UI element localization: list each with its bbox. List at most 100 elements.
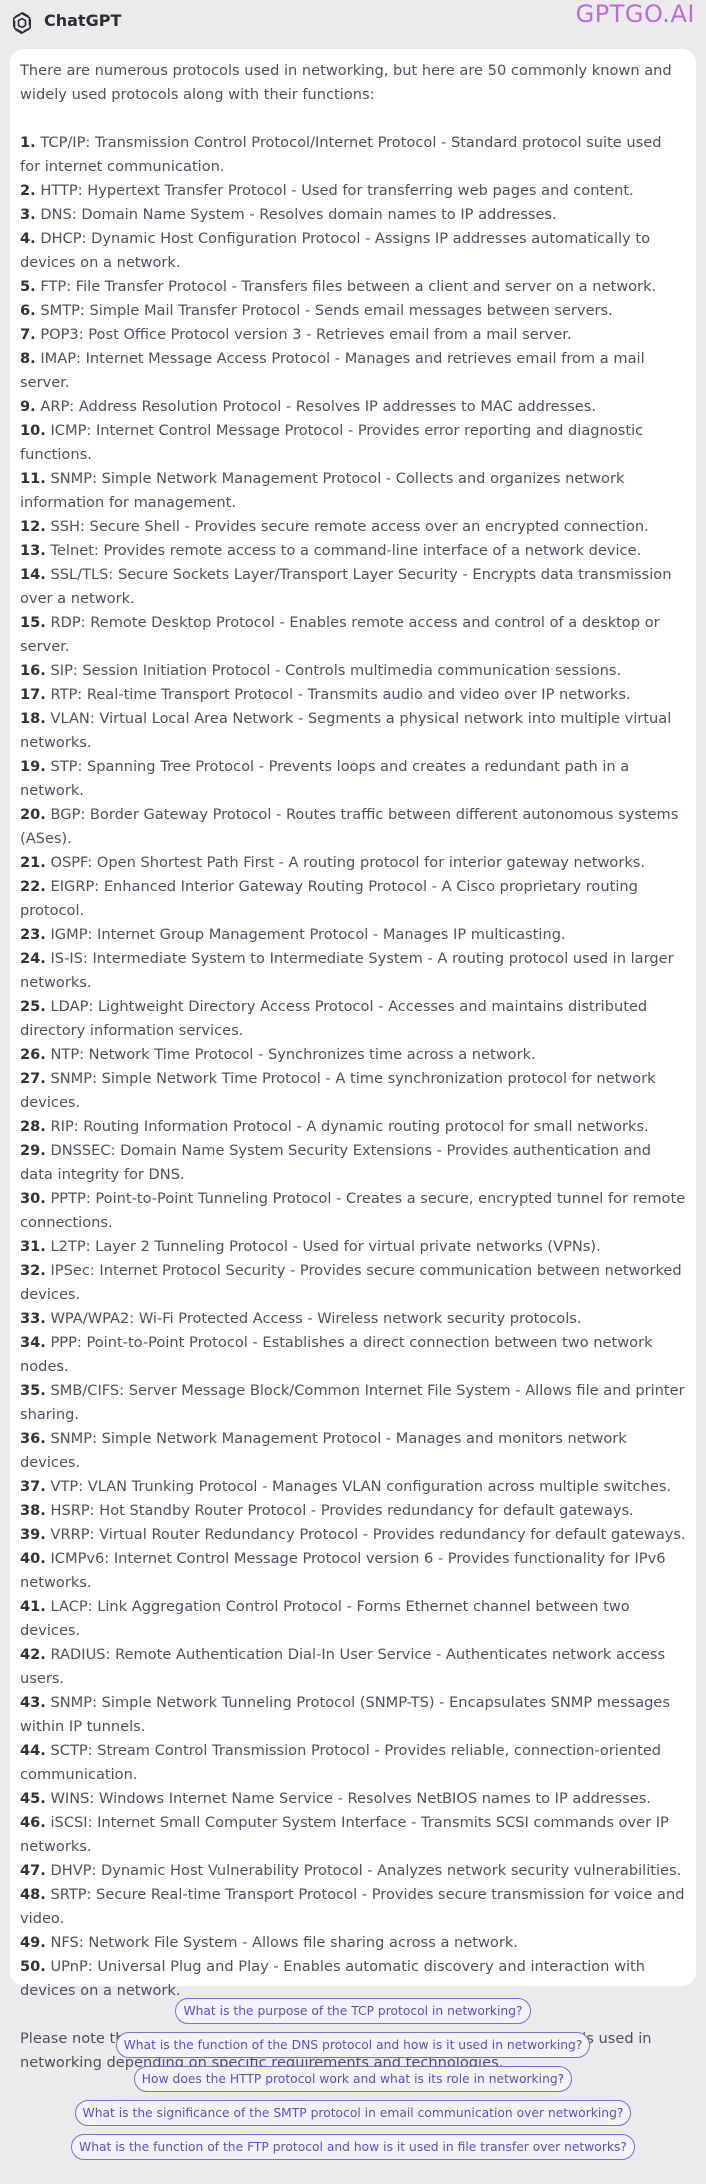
list-item: 33. WPA/WPA2: Wi-Fi Protected Access - W… [20,1307,686,1331]
list-item-text: DNSSEC: Domain Name System Security Exte… [20,1142,652,1183]
list-item-number: 8. [20,350,36,367]
suggestion-button[interactable]: What is the function of the FTP protocol… [71,2134,635,2160]
list-item: 14. SSL/TLS: Secure Sockets Layer/Transp… [20,563,686,611]
assistant-message: There are numerous protocols used in net… [10,49,696,2071]
app-title: ChatGPT [44,11,122,30]
list-item-text: BGP: Border Gateway Protocol - Routes tr… [20,806,679,847]
list-item-text: PPP: Point-to-Point Protocol - Establish… [20,1334,653,1375]
list-item-number: 23. [20,926,46,943]
list-item-number: 7. [20,326,36,343]
list-item-number: 26. [20,1046,46,1063]
suggestion-button[interactable]: What is the function of the DNS protocol… [115,2032,591,2058]
list-item: 10. ICMP: Internet Control Message Proto… [20,419,686,467]
list-item-text: VLAN: Virtual Local Area Network - Segme… [20,710,672,751]
list-item-number: 18. [20,710,46,727]
list-item-number: 37. [20,1478,46,1495]
openai-logo-icon [13,12,31,34]
list-item-text: HSRP: Hot Standby Router Protocol - Prov… [50,1502,634,1519]
list-item: 29. DNSSEC: Domain Name System Security … [20,1139,686,1187]
list-item: 41. LACP: Link Aggregation Control Proto… [20,1595,686,1643]
list-item: 24. IS-IS: Intermediate System to Interm… [20,947,686,995]
suggestion-button[interactable]: What is the significance of the SMTP pro… [74,2100,632,2126]
list-item-text: LACP: Link Aggregation Control Protocol … [20,1598,630,1639]
list-item: 9. ARP: Address Resolution Protocol - Re… [20,395,686,419]
list-item: 28. RIP: Routing Information Protocol - … [20,1115,686,1139]
suggested-questions: What is the purpose of the TCP protocol … [0,1998,706,2168]
list-item: 37. VTP: VLAN Trunking Protocol - Manage… [20,1475,686,1499]
list-item-text: L2TP: Layer 2 Tunneling Protocol - Used … [50,1238,601,1255]
list-item-text: VRRP: Virtual Router Redundancy Protocol… [50,1526,686,1543]
list-item-number: 39. [20,1526,46,1543]
list-item: 39. VRRP: Virtual Router Redundancy Prot… [20,1523,686,1547]
list-item: 49. NFS: Network File System - Allows fi… [20,1931,686,1955]
list-item-number: 32. [20,1262,46,1279]
list-item-number: 47. [20,1862,46,1879]
list-item-text: POP3: Post Office Protocol version 3 - R… [40,326,572,343]
list-item: 47. DHVP: Dynamic Host Vulnerability Pro… [20,1859,686,1883]
list-item-text: HTTP: Hypertext Transfer Protocol - Used… [40,182,634,199]
list-item: 4. DHCP: Dynamic Host Configuration Prot… [20,227,686,275]
list-item-text: SMTP: Simple Mail Transfer Protocol - Se… [40,302,613,319]
list-item-number: 28. [20,1118,46,1135]
list-item-text: WINS: Windows Internet Name Service - Re… [50,1790,651,1807]
list-item: 22. EIGRP: Enhanced Interior Gateway Rou… [20,875,686,923]
list-item: 21. OSPF: Open Shortest Path First - A r… [20,851,686,875]
list-item-text: RTP: Real-time Transport Protocol - Tran… [50,686,631,703]
list-item: 27. SNMP: Simple Network Time Protocol -… [20,1067,686,1115]
list-item-number: 31. [20,1238,46,1255]
list-item: 7. POP3: Post Office Protocol version 3 … [20,323,686,347]
list-item-number: 33. [20,1310,46,1327]
list-item: 11. SNMP: Simple Network Management Prot… [20,467,686,515]
list-item-number: 48. [20,1886,46,1903]
list-item-text: DHCP: Dynamic Host Configuration Protoco… [20,230,651,271]
list-item-text: Telnet: Provides remote access to a comm… [50,542,642,559]
list-item-text: DNS: Domain Name System - Resolves domai… [40,206,557,223]
list-item-number: 4. [20,230,36,247]
list-item-text: SSH: Secure Shell - Provides secure remo… [50,518,649,535]
list-item-number: 38. [20,1502,46,1519]
list-item-number: 43. [20,1694,46,1711]
list-item: 18. VLAN: Virtual Local Area Network - S… [20,707,686,755]
list-item-text: SMB/CIFS: Server Message Block/Common In… [20,1382,685,1423]
list-item-text: WPA/WPA2: Wi-Fi Protected Access - Wirel… [50,1310,582,1327]
list-item: 13. Telnet: Provides remote access to a … [20,539,686,563]
suggestion-button[interactable]: How does the HTTP protocol work and what… [133,2066,573,2092]
list-item-number: 10. [20,422,46,439]
list-item-text: ICMP: Internet Control Message Protocol … [20,422,644,463]
list-item-number: 44. [20,1742,46,1759]
list-item-text: PPTP: Point-to-Point Tunneling Protocol … [20,1190,686,1231]
list-item: 40. ICMPv6: Internet Control Message Pro… [20,1547,686,1595]
list-item: 5. FTP: File Transfer Protocol - Transfe… [20,275,686,299]
list-item-number: 24. [20,950,46,967]
list-item-text: IS-IS: Intermediate System to Intermedia… [20,950,674,991]
list-item: 45. WINS: Windows Internet Name Service … [20,1787,686,1811]
suggestion-button[interactable]: What is the purpose of the TCP protocol … [175,1998,531,2024]
list-item: 32. IPSec: Internet Protocol Security - … [20,1259,686,1307]
list-item-text: SNMP: Simple Network Management Protocol… [20,470,625,511]
list-item: 1. TCP/IP: Transmission Control Protocol… [20,131,686,179]
list-item-text: SNMP: Simple Network Management Protocol… [20,1430,627,1471]
list-item-text: ARP: Address Resolution Protocol - Resol… [40,398,597,415]
list-item-number: 11. [20,470,46,487]
message-intro: There are numerous protocols used in net… [20,62,672,103]
list-item: 42. RADIUS: Remote Authentication Dial-I… [20,1643,686,1691]
list-item-text: ICMPv6: Internet Control Message Protoco… [20,1550,666,1591]
brand-watermark: GPTGO.AI [575,0,695,28]
list-item: 26. NTP: Network Time Protocol - Synchro… [20,1043,686,1067]
list-item-number: 3. [20,206,36,223]
list-item-text: RIP: Routing Information Protocol - A dy… [50,1118,649,1135]
list-item: 50. UPnP: Universal Plug and Play - Enab… [20,1955,686,2003]
list-item-number: 9. [20,398,36,415]
list-item-text: SIP: Session Initiation Protocol - Contr… [50,662,622,679]
list-item-text: OSPF: Open Shortest Path First - A routi… [50,854,646,871]
list-item-text: VTP: VLAN Trunking Protocol - Manages VL… [50,1478,672,1495]
list-item-number: 6. [20,302,36,319]
list-item-number: 41. [20,1598,46,1615]
list-item-text: SCTP: Stream Control Transmission Protoc… [20,1742,662,1783]
list-item: 31. L2TP: Layer 2 Tunneling Protocol - U… [20,1235,686,1259]
list-item: 36. SNMP: Simple Network Management Prot… [20,1427,686,1475]
list-item-number: 49. [20,1934,46,1951]
list-item: 25. LDAP: Lightweight Directory Access P… [20,995,686,1043]
list-item-number: 35. [20,1382,46,1399]
list-item-text: NTP: Network Time Protocol - Synchronize… [50,1046,536,1063]
